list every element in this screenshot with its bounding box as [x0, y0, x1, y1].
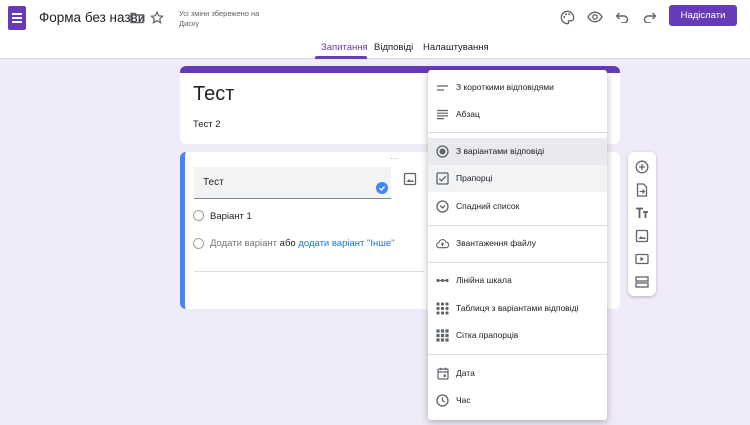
checkbox-icon: [436, 172, 449, 185]
check-icon: [376, 182, 388, 194]
question-title-text: Тест: [203, 177, 224, 188]
menu-separator: [428, 262, 607, 263]
menu-item-multiple-choice-grid[interactable]: Таблиця з варіантами відповіді: [428, 295, 607, 322]
eye-icon[interactable]: [585, 7, 605, 27]
menu-item-checkbox-grid[interactable]: Сітка прапорців: [428, 322, 607, 349]
menu-item-date[interactable]: Дата: [428, 360, 607, 387]
add-question-icon[interactable]: [635, 160, 649, 174]
menu-label: Сітка прапорців: [456, 330, 519, 340]
menu-item-linear-scale[interactable]: Лінійна шкала: [428, 267, 607, 294]
menu-label: Абзац: [456, 109, 480, 119]
section-icon[interactable]: [635, 275, 649, 289]
top-header: Форма без назви Усі зміни збережено на Д…: [0, 0, 750, 38]
undo-icon[interactable]: [612, 7, 632, 27]
side-toolbar: [628, 152, 656, 296]
menu-label: Спадний список: [456, 201, 520, 211]
dropdown-icon: [436, 200, 449, 213]
title-text-icon[interactable]: [635, 206, 649, 220]
question-divider: [194, 271, 424, 272]
forms-logo-icon[interactable]: [8, 6, 26, 30]
add-other-link[interactable]: додати варіант "Інше": [298, 238, 394, 249]
menu-label: Прапорці: [456, 173, 493, 183]
tab-bar: Запитання Відповіді Налаштування: [0, 38, 750, 59]
or-label: або: [279, 238, 296, 249]
menu-label: Час: [456, 395, 471, 405]
drag-handle-icon[interactable]: ⋯: [390, 154, 399, 163]
add-image-icon[interactable]: [403, 172, 417, 186]
form-description[interactable]: Тест 2: [193, 119, 221, 130]
active-tab-indicator: [315, 56, 367, 59]
form-title[interactable]: Тест: [193, 83, 234, 106]
tab-questions[interactable]: Запитання: [321, 42, 368, 53]
radio-add-option: [193, 238, 204, 249]
checkbox-grid-icon: [436, 329, 449, 342]
menu-label: Лінійна шкала: [456, 275, 512, 285]
menu-item-file-upload[interactable]: Звантаження файлу: [428, 230, 607, 257]
redo-icon[interactable]: [640, 7, 660, 27]
menu-separator: [428, 225, 607, 226]
option-1-label[interactable]: Варіант 1: [210, 211, 252, 222]
menu-item-dropdown[interactable]: Спадний список: [428, 193, 607, 220]
menu-item-checkboxes[interactable]: Прапорці: [428, 165, 607, 192]
menu-label: З варіантами відповіді: [456, 146, 545, 156]
menu-separator: [428, 354, 607, 355]
tab-responses[interactable]: Відповіді: [374, 42, 413, 53]
question-title-field[interactable]: Тест: [194, 167, 391, 199]
send-button[interactable]: Надіслати: [669, 5, 737, 26]
palette-icon[interactable]: [557, 7, 577, 27]
clock-icon: [436, 394, 449, 407]
menu-label: Звантаження файлу: [456, 238, 536, 248]
video-icon[interactable]: [635, 252, 649, 266]
short-answer-icon: [436, 81, 449, 94]
menu-separator: [428, 132, 607, 133]
star-icon[interactable]: [149, 10, 165, 26]
menu-label: З короткими відповідями: [456, 82, 554, 92]
menu-label: Таблиця з варіантами відповіді: [456, 303, 579, 313]
tab-settings[interactable]: Налаштування: [423, 42, 489, 53]
menu-item-short-answer[interactable]: З короткими відповідями: [428, 74, 607, 101]
calendar-icon: [436, 367, 449, 380]
question-type-menu: З короткими відповідями Абзац З варіанта…: [428, 70, 607, 420]
grid-icon: [436, 302, 449, 315]
cloud-upload-icon: [436, 237, 449, 250]
paragraph-icon: [436, 108, 449, 121]
folder-icon[interactable]: [129, 10, 145, 26]
add-option-row: Додати варіант або додати варіант "Інше": [210, 238, 395, 249]
image-icon[interactable]: [635, 229, 649, 243]
radio-option-1: [193, 210, 204, 221]
menu-item-paragraph[interactable]: Абзац: [428, 101, 607, 128]
menu-item-time[interactable]: Час: [428, 387, 607, 414]
menu-item-multiple-choice[interactable]: З варіантами відповіді: [428, 138, 607, 165]
import-questions-icon[interactable]: [635, 183, 649, 197]
add-option-link[interactable]: Додати варіант: [210, 238, 277, 249]
save-status: Усі зміни збережено на Диску: [179, 9, 260, 28]
radio-button-icon: [436, 145, 449, 158]
linear-scale-icon: [436, 274, 449, 287]
menu-label: Дата: [456, 368, 475, 378]
